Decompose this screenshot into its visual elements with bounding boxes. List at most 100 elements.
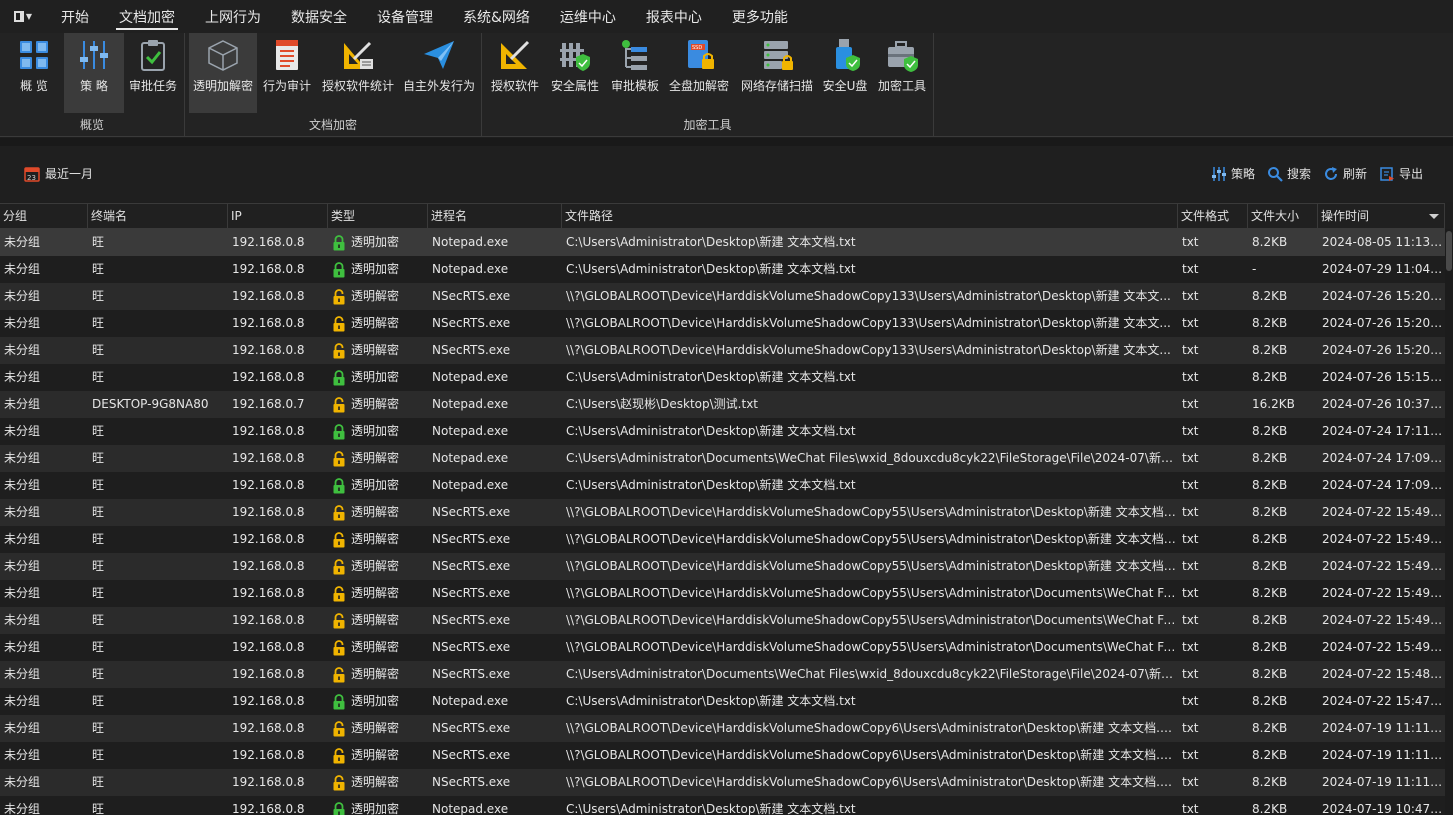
column-header-7[interactable]: 文件大小 <box>1248 204 1318 229</box>
cell-type: 透明解密 <box>332 283 426 310</box>
menu-tab-6[interactable]: 运维中心 <box>545 0 631 33</box>
secure-usb-button[interactable]: 安全U盘 <box>818 33 872 113</box>
table-row[interactable]: 未分组 旺 192.168.0.8 透明加密 Notepad.exe C:\Users\A… <box>0 256 1445 283</box>
full-disk-encdec-button[interactable]: SSD 全盘加解密 <box>666 33 732 113</box>
menu-tab-7[interactable]: 报表中心 <box>631 0 717 33</box>
approval-task-button[interactable]: 审批任务 <box>125 33 181 113</box>
table-row[interactable]: 未分组 旺 192.168.0.8 透明解密 NSecRTS.exe \\?\GLOBAL… <box>0 526 1445 553</box>
export-button[interactable]: 导出 <box>1379 165 1423 182</box>
cell-time: 2024-07-19 11:11:40 <box>1322 721 1443 735</box>
overview-button[interactable]: 概 览 <box>6 33 62 113</box>
table-row[interactable]: 未分组 旺 192.168.0.8 透明解密 NSecRTS.exe \\?\GLOBAL… <box>0 715 1445 742</box>
security-attribute-button[interactable]: 安全属性 <box>546 33 604 113</box>
cell-time: 2024-07-26 15:15:11 <box>1322 370 1443 384</box>
column-header-4[interactable]: 进程名 <box>428 204 562 229</box>
cell-type-label: 透明加密 <box>351 235 400 249</box>
menu-tab-0[interactable]: 开始 <box>46 0 104 33</box>
table-row[interactable]: 未分组 旺 192.168.0.8 透明解密 NSecRTS.exe \\?\GLOBAL… <box>0 310 1445 337</box>
authorized-software-label: 授权软件 <box>490 79 539 93</box>
cell-format: txt <box>1182 613 1199 627</box>
cell-time: 2024-07-26 15:20:28 <box>1322 316 1443 330</box>
date-range-button[interactable]: 23 最近一月 <box>24 165 93 182</box>
menu-tab-4[interactable]: 设备管理 <box>362 0 448 33</box>
table-row[interactable]: 未分组 旺 192.168.0.8 透明解密 NSecRTS.exe \\?\GLOBAL… <box>0 742 1445 769</box>
cell-terminal: 旺 <box>92 694 105 708</box>
cell-time: 2024-07-22 15:49:03 <box>1322 532 1443 546</box>
cell-type-label: 透明解密 <box>351 289 400 303</box>
table-row[interactable]: 未分组 旺 192.168.0.8 透明解密 NSecRTS.exe C:\Users\A… <box>0 661 1445 688</box>
cell-size: 8.2KB <box>1252 532 1288 546</box>
cell-group: 未分组 <box>4 262 41 276</box>
cell-group: 未分组 <box>4 667 41 681</box>
table-row[interactable]: 未分组 旺 192.168.0.8 透明加密 Notepad.exe C:\Users\A… <box>0 418 1445 445</box>
table-row[interactable]: 未分组 旺 192.168.0.8 透明加密 Notepad.exe C:\Users\A… <box>0 796 1445 815</box>
table-row[interactable]: 未分组 旺 192.168.0.8 透明加密 Notepad.exe C:\Users\A… <box>0 364 1445 391</box>
cell-format: txt <box>1182 370 1199 384</box>
approval-template-button[interactable]: 审批模板 <box>606 33 664 113</box>
self-send-behavior-button[interactable]: 自主外发行为 <box>399 33 479 113</box>
encryption-tool-button[interactable]: 加密工具 <box>874 33 930 113</box>
menu-tab-8[interactable]: 更多功能 <box>717 0 803 33</box>
cell-type-label: 透明解密 <box>351 586 400 600</box>
menu-tab-5[interactable]: 系统&网络 <box>448 0 545 33</box>
behavior-audit-label: 行为审计 <box>262 79 311 93</box>
ribbon-group-label: 概览 <box>79 118 104 132</box>
policy-ribbon-label: 策 略 <box>80 79 108 93</box>
column-header-2[interactable]: IP <box>228 204 328 229</box>
table-scrollbar[interactable] <box>1445 229 1453 815</box>
behavior-audit-button[interactable]: 行为审计 <box>259 33 315 113</box>
cell-group: 未分组 <box>4 451 41 465</box>
cell-group: 未分组 <box>4 235 41 249</box>
cell-time: 2024-08-05 11:13:53 <box>1322 235 1443 249</box>
menu-tab-2[interactable]: 上网行为 <box>190 0 276 33</box>
table-row[interactable]: 未分组 DESKTOP-9G8NA80 192.168.0.7 透明解密 Notepad… <box>0 391 1445 418</box>
table-row[interactable]: 未分组 旺 192.168.0.8 透明加密 Notepad.exe C:\Users\A… <box>0 229 1445 256</box>
table-header: 分组 终端名 IP 类型 进程名 文件路径 文件格式 文件大小 操作时间 <box>0 203 1445 229</box>
column-header-0[interactable]: 分组 <box>0 204 88 229</box>
transparent-encdec-button[interactable]: 透明加解密 <box>189 33 257 113</box>
table-row[interactable]: 未分组 旺 192.168.0.8 透明加密 Notepad.exe C:\Users\A… <box>0 688 1445 715</box>
search-label: 搜索 <box>1286 167 1311 181</box>
authorized-software-button[interactable]: 授权软件 <box>486 33 544 113</box>
table-row[interactable]: 未分组 旺 192.168.0.8 透明解密 Notepad.exe C:\Users\A… <box>0 445 1445 472</box>
sliders-icon <box>1211 166 1226 181</box>
column-header-5[interactable]: 文件路径 <box>562 204 1178 229</box>
cell-path: \\?\GLOBALROOT\Device\HarddiskVolumeShad… <box>566 316 1171 330</box>
column-header-3[interactable]: 类型 <box>328 204 428 229</box>
scrollbar-thumb[interactable] <box>1446 231 1452 271</box>
column-header-8[interactable]: 操作时间 <box>1318 204 1445 229</box>
table-row[interactable]: 未分组 旺 192.168.0.8 透明解密 NSecRTS.exe \\?\GLOBAL… <box>0 337 1445 364</box>
cell-terminal: 旺 <box>92 316 105 330</box>
policy-ribbon-button[interactable]: 策 略 <box>64 33 124 113</box>
authorized-software-stats-button[interactable]: 授权软件统计 <box>317 33 399 113</box>
cell-type: 透明解密 <box>332 499 426 526</box>
table-row[interactable]: 未分组 旺 192.168.0.8 透明解密 NSecRTS.exe \\?\GLOBAL… <box>0 769 1445 796</box>
cell-process: Notepad.exe <box>432 451 509 465</box>
menu-tab-1[interactable]: 文档加密 <box>104 0 190 33</box>
table-row[interactable]: 未分组 旺 192.168.0.8 透明解密 NSecRTS.exe \\?\GLOBAL… <box>0 634 1445 661</box>
cell-process: Notepad.exe <box>432 262 509 276</box>
refresh-button[interactable]: 刷新 <box>1323 165 1367 182</box>
menu-tab-3[interactable]: 数据安全 <box>276 0 362 33</box>
table-row[interactable]: 未分组 旺 192.168.0.8 透明解密 NSecRTS.exe \\?\GLOBAL… <box>0 499 1445 526</box>
table-row[interactable]: 未分组 旺 192.168.0.8 透明解密 NSecRTS.exe \\?\GLOBAL… <box>0 580 1445 607</box>
column-header-6[interactable]: 文件格式 <box>1178 204 1248 229</box>
app-menu-button[interactable]: ▼ <box>0 0 46 33</box>
cell-time: 2024-07-22 15:47:18 <box>1322 694 1443 708</box>
search-button[interactable]: 搜索 <box>1267 165 1311 182</box>
network-storage-scan-button[interactable]: 网络存储扫描 <box>734 33 820 113</box>
table-row[interactable]: 未分组 旺 192.168.0.8 透明解密 NSecRTS.exe \\?\GLOBAL… <box>0 283 1445 310</box>
cell-group: 未分组 <box>4 775 41 789</box>
export-icon <box>1380 166 1394 181</box>
policy-button[interactable]: 策略 <box>1211 165 1255 182</box>
table-row[interactable]: 未分组 旺 192.168.0.8 透明解密 NSecRTS.exe \\?\GLOBAL… <box>0 553 1445 580</box>
table-row[interactable]: 未分组 旺 192.168.0.8 透明加密 Notepad.exe C:\Users\A… <box>0 472 1445 499</box>
cell-group: 未分组 <box>4 559 41 573</box>
cell-path: \\?\GLOBALROOT\Device\HarddiskVolumeShad… <box>566 613 1176 627</box>
cell-time: 2024-07-22 15:49:03 <box>1322 505 1443 519</box>
cell-type-label: 透明加密 <box>351 424 400 438</box>
cell-time: 2024-07-22 15:49:03 <box>1322 640 1443 654</box>
column-header-1[interactable]: 终端名 <box>88 204 228 229</box>
table-row[interactable]: 未分组 旺 192.168.0.8 透明解密 NSecRTS.exe \\?\GLOBAL… <box>0 607 1445 634</box>
lock-open-icon <box>333 315 345 331</box>
